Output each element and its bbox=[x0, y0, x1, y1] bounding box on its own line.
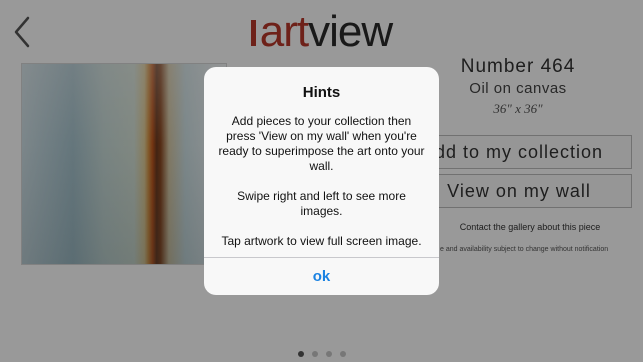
hints-dialog: Hints Add pieces to your collection then… bbox=[204, 67, 439, 295]
dialog-message: Add pieces to your collection then press… bbox=[218, 114, 425, 264]
ok-button[interactable]: ok bbox=[204, 258, 439, 295]
dialog-paragraph: Add pieces to your collection then press… bbox=[218, 114, 425, 173]
dialog-paragraph: Tap artwork to view full screen image. bbox=[221, 234, 422, 248]
dialog-title: Hints bbox=[302, 84, 341, 101]
dialog-paragraph: Swipe right and left to see more images. bbox=[237, 189, 406, 218]
